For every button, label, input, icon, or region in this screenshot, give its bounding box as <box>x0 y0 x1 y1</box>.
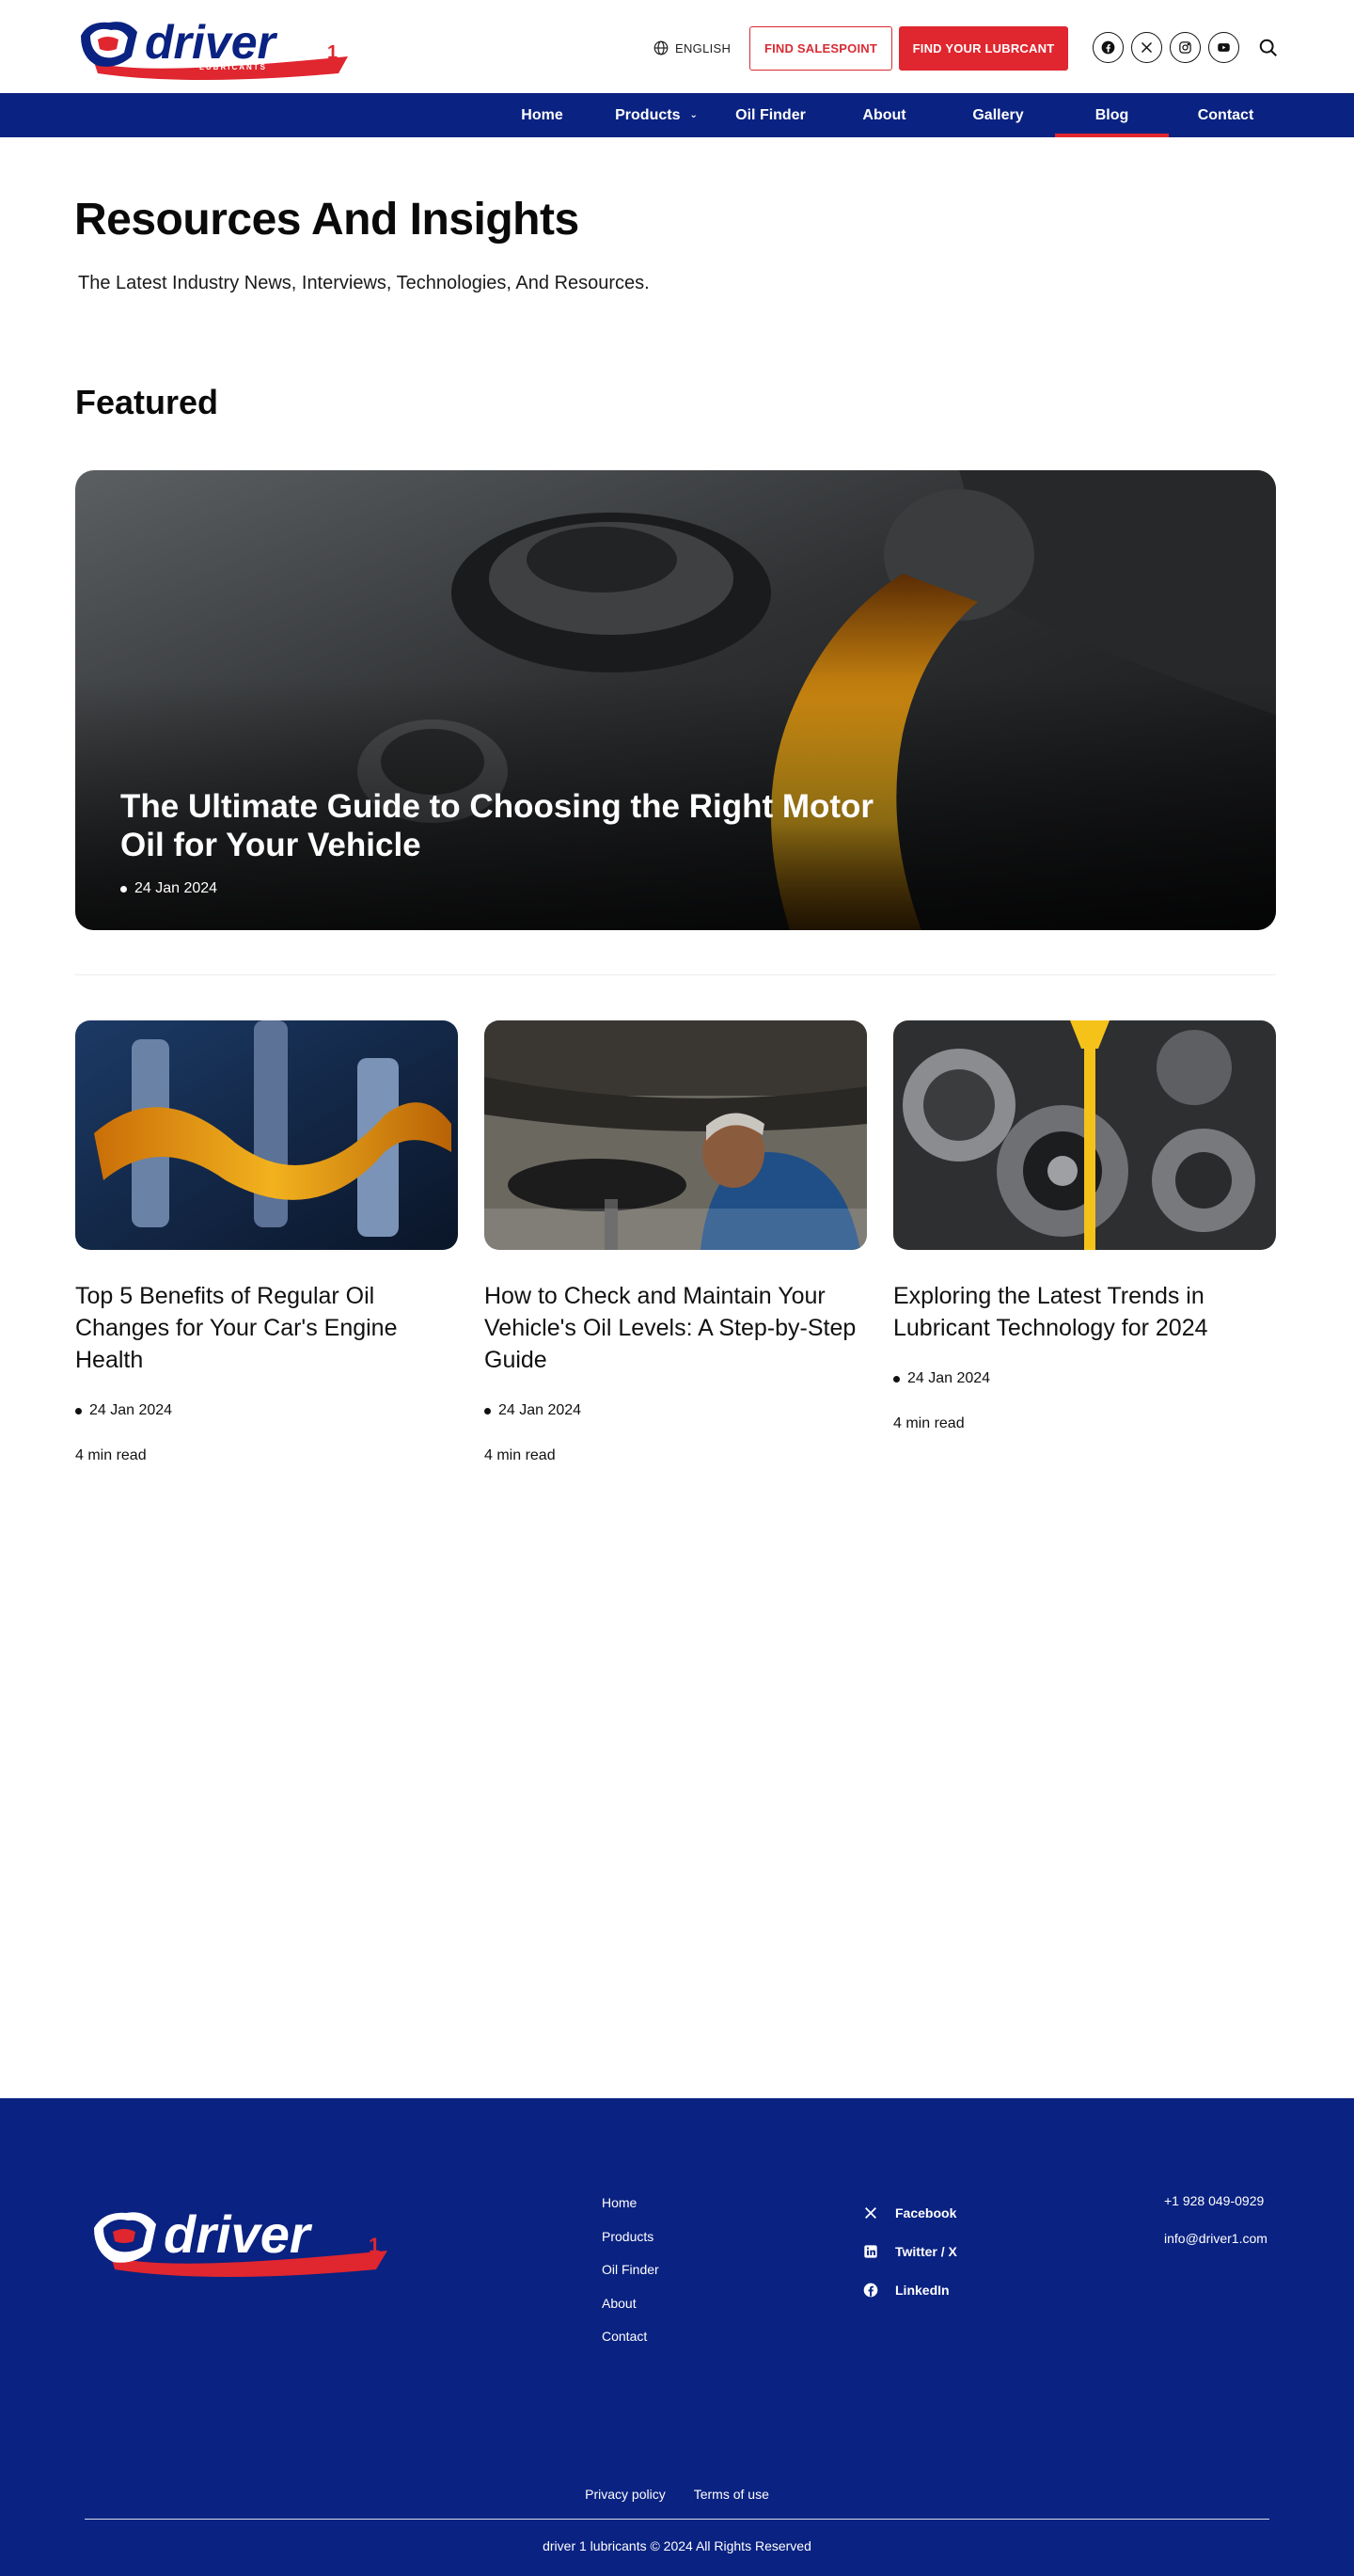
date-dot-icon <box>120 885 127 893</box>
page-title: Resources And Insights <box>74 195 579 245</box>
featured-article-card[interactable]: The Ultimate Guide to Choosing the Right… <box>75 470 1276 930</box>
footer-social-twitter[interactable]: Twitter / X <box>863 2232 957 2270</box>
facebook-icon <box>863 2283 878 2297</box>
find-salespoint-button[interactable]: FIND SALESPOINT <box>749 26 892 71</box>
footer-social-facebook[interactable]: Facebook <box>863 2193 957 2232</box>
read-time: 4 min read <box>893 1415 965 1431</box>
nav-oil-finder[interactable]: Oil Finder <box>714 93 827 137</box>
article-card[interactable]: How to Check and Maintain Your Vehicle's… <box>484 1020 867 1464</box>
featured-date: 24 Jan 2024 <box>120 880 217 897</box>
language-selector[interactable]: ENGLISH <box>653 38 731 58</box>
site-footer: driver 1 Home Products Oil Finder About … <box>0 2098 1354 2576</box>
date-dot-icon <box>75 1407 82 1414</box>
search-icon[interactable] <box>1258 38 1279 58</box>
article-image <box>484 1020 867 1250</box>
footer-contact: +1 928 049-0929 info@driver1.com <box>1164 2193 1267 2268</box>
footer-copyright: driver 1 lubricants © 2024 All Rights Re… <box>543 2538 811 2553</box>
svg-text:LUBRICANTS: LUBRICANTS <box>199 63 267 71</box>
footer-legal: Privacy policy Terms of use <box>0 2487 1354 2502</box>
article-card[interactable]: Top 5 Benefits of Regular Oil Changes fo… <box>75 1020 458 1464</box>
article-date: 24 Jan 2024 <box>484 1402 867 1419</box>
nav-home[interactable]: Home <box>485 93 599 137</box>
article-date: 24 Jan 2024 <box>893 1370 1276 1387</box>
footer-social-linkedin[interactable]: LinkedIn <box>863 2270 957 2309</box>
nav-products[interactable]: Products ⌄ <box>599 93 714 137</box>
article-title: Top 5 Benefits of Regular Oil Changes fo… <box>75 1283 398 1373</box>
svg-text:driver: driver <box>145 16 278 69</box>
footer-nav: Home Products Oil Finder About Contact <box>602 2193 659 2361</box>
x-icon <box>865 2206 876 2219</box>
footer-email[interactable]: info@driver1.com <box>1164 2231 1267 2246</box>
language-label: ENGLISH <box>675 40 732 55</box>
facebook-icon[interactable] <box>1093 32 1124 63</box>
date-dot-icon <box>893 1375 900 1383</box>
footer-link-products[interactable]: Products <box>602 2227 659 2261</box>
svg-text:1: 1 <box>369 2234 380 2257</box>
article-date: 24 Jan 2024 <box>75 1402 458 1419</box>
chevron-down-icon: ⌄ <box>689 110 698 120</box>
page-subtitle: The Latest Industry News, Interviews, Te… <box>78 273 650 293</box>
section-divider <box>75 974 1276 975</box>
footer-link-home[interactable]: Home <box>602 2193 659 2227</box>
footer-socials: Facebook Twitter / X LinkedIn <box>863 2193 957 2309</box>
article-title: How to Check and Maintain Your Vehicle's… <box>484 1283 857 1373</box>
nav-gallery[interactable]: Gallery <box>941 93 1055 137</box>
main-nav: Home Products ⌄ Oil Finder About Gallery … <box>0 93 1354 137</box>
article-image <box>75 1020 458 1250</box>
nav-contact[interactable]: Contact <box>1169 93 1283 137</box>
footer-phone[interactable]: +1 928 049-0929 <box>1164 2193 1264 2208</box>
footer-driver-logo[interactable]: driver 1 <box>88 2204 389 2279</box>
article-title: Exploring the Latest Trends in Lubricant… <box>893 1283 1208 1341</box>
linkedin-icon <box>864 2244 877 2258</box>
nav-blog[interactable]: Blog <box>1055 93 1169 137</box>
nav-about[interactable]: About <box>827 93 941 137</box>
read-time: 4 min read <box>484 1447 556 1463</box>
header-socials <box>1093 32 1239 63</box>
instagram-icon[interactable] <box>1170 32 1201 63</box>
site-header: driver 1 LUBRICANTS ENGLISH FIND SALESPO… <box>0 0 1354 93</box>
footer-link-about[interactable]: About <box>602 2294 659 2328</box>
find-lubricant-button[interactable]: FIND YOUR LUBRCANT <box>899 26 1068 71</box>
youtube-icon[interactable] <box>1208 32 1239 63</box>
terms-of-use-link[interactable]: Terms of use <box>694 2487 769 2502</box>
x-icon[interactable] <box>1131 32 1162 63</box>
privacy-policy-link[interactable]: Privacy policy <box>585 2487 666 2502</box>
driver-logo[interactable]: driver 1 LUBRICANTS <box>75 15 350 81</box>
featured-heading: Featured <box>75 383 219 421</box>
article-card[interactable]: Exploring the Latest Trends in Lubricant… <box>893 1020 1276 1432</box>
read-time: 4 min read <box>75 1447 147 1463</box>
footer-link-oil-finder[interactable]: Oil Finder <box>602 2260 659 2294</box>
globe-icon <box>653 40 669 55</box>
article-image <box>893 1020 1276 1250</box>
date-dot-icon <box>484 1407 491 1414</box>
footer-link-contact[interactable]: Contact <box>602 2327 659 2361</box>
svg-text:driver: driver <box>164 2205 313 2264</box>
svg-text:1: 1 <box>327 42 338 63</box>
footer-divider <box>85 2519 1269 2520</box>
featured-title: The Ultimate Guide to Choosing the Right… <box>120 788 874 863</box>
